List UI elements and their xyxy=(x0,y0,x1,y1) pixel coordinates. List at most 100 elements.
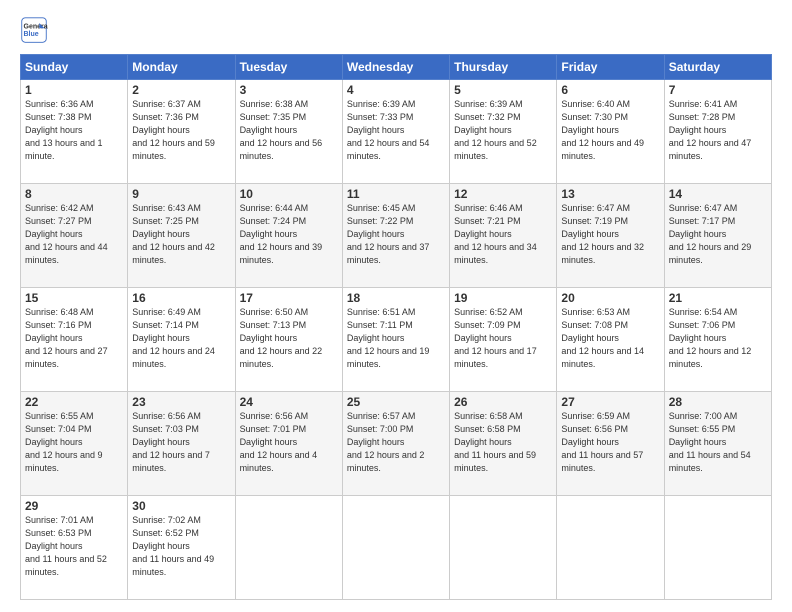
cell-info: Sunrise: 6:50 AMSunset: 7:13 PMDaylight … xyxy=(240,306,338,371)
day-number: 3 xyxy=(240,83,338,97)
day-number: 12 xyxy=(454,187,552,201)
day-number: 2 xyxy=(132,83,230,97)
calendar-cell: 20 Sunrise: 6:53 AMSunset: 7:08 PMDaylig… xyxy=(557,288,664,392)
cell-info: Sunrise: 6:47 AMSunset: 7:17 PMDaylight … xyxy=(669,202,767,267)
calendar-cell: 2 Sunrise: 6:37 AMSunset: 7:36 PMDayligh… xyxy=(128,80,235,184)
day-number: 29 xyxy=(25,499,123,513)
cell-info: Sunrise: 6:38 AMSunset: 7:35 PMDaylight … xyxy=(240,98,338,163)
calendar-cell xyxy=(664,496,771,600)
page: General Blue SundayMondayTuesdayWednesda… xyxy=(0,0,792,612)
calendar-cell: 4 Sunrise: 6:39 AMSunset: 7:33 PMDayligh… xyxy=(342,80,449,184)
calendar-header-row: SundayMondayTuesdayWednesdayThursdayFrid… xyxy=(21,55,772,80)
cell-info: Sunrise: 6:37 AMSunset: 7:36 PMDaylight … xyxy=(132,98,230,163)
day-header-friday: Friday xyxy=(557,55,664,80)
day-number: 21 xyxy=(669,291,767,305)
cell-info: Sunrise: 6:36 AMSunset: 7:38 PMDaylight … xyxy=(25,98,123,163)
day-header-wednesday: Wednesday xyxy=(342,55,449,80)
day-number: 14 xyxy=(669,187,767,201)
calendar-cell: 8 Sunrise: 6:42 AMSunset: 7:27 PMDayligh… xyxy=(21,184,128,288)
logo-icon: General Blue xyxy=(20,16,48,44)
cell-info: Sunrise: 6:56 AMSunset: 7:03 PMDaylight … xyxy=(132,410,230,475)
cell-info: Sunrise: 6:40 AMSunset: 7:30 PMDaylight … xyxy=(561,98,659,163)
day-number: 28 xyxy=(669,395,767,409)
cell-info: Sunrise: 6:51 AMSunset: 7:11 PMDaylight … xyxy=(347,306,445,371)
day-number: 8 xyxy=(25,187,123,201)
day-number: 15 xyxy=(25,291,123,305)
day-number: 7 xyxy=(669,83,767,97)
calendar-cell: 16 Sunrise: 6:49 AMSunset: 7:14 PMDaylig… xyxy=(128,288,235,392)
cell-info: Sunrise: 6:54 AMSunset: 7:06 PMDaylight … xyxy=(669,306,767,371)
cell-info: Sunrise: 6:39 AMSunset: 7:33 PMDaylight … xyxy=(347,98,445,163)
day-number: 6 xyxy=(561,83,659,97)
calendar-cell: 15 Sunrise: 6:48 AMSunset: 7:16 PMDaylig… xyxy=(21,288,128,392)
cell-info: Sunrise: 6:43 AMSunset: 7:25 PMDaylight … xyxy=(132,202,230,267)
cell-info: Sunrise: 6:55 AMSunset: 7:04 PMDaylight … xyxy=(25,410,123,475)
calendar-cell: 10 Sunrise: 6:44 AMSunset: 7:24 PMDaylig… xyxy=(235,184,342,288)
day-number: 13 xyxy=(561,187,659,201)
calendar-cell xyxy=(235,496,342,600)
calendar-cell: 18 Sunrise: 6:51 AMSunset: 7:11 PMDaylig… xyxy=(342,288,449,392)
cell-info: Sunrise: 6:53 AMSunset: 7:08 PMDaylight … xyxy=(561,306,659,371)
day-number: 9 xyxy=(132,187,230,201)
day-number: 10 xyxy=(240,187,338,201)
calendar-cell: 28 Sunrise: 7:00 AMSunset: 6:55 PMDaylig… xyxy=(664,392,771,496)
calendar-cell: 11 Sunrise: 6:45 AMSunset: 7:22 PMDaylig… xyxy=(342,184,449,288)
calendar-cell xyxy=(450,496,557,600)
day-number: 22 xyxy=(25,395,123,409)
calendar-cell: 7 Sunrise: 6:41 AMSunset: 7:28 PMDayligh… xyxy=(664,80,771,184)
calendar-cell: 19 Sunrise: 6:52 AMSunset: 7:09 PMDaylig… xyxy=(450,288,557,392)
cell-info: Sunrise: 6:45 AMSunset: 7:22 PMDaylight … xyxy=(347,202,445,267)
calendar-cell: 12 Sunrise: 6:46 AMSunset: 7:21 PMDaylig… xyxy=(450,184,557,288)
calendar-cell: 1 Sunrise: 6:36 AMSunset: 7:38 PMDayligh… xyxy=(21,80,128,184)
day-number: 5 xyxy=(454,83,552,97)
calendar-cell: 14 Sunrise: 6:47 AMSunset: 7:17 PMDaylig… xyxy=(664,184,771,288)
day-header-sunday: Sunday xyxy=(21,55,128,80)
svg-text:General: General xyxy=(24,23,49,30)
cell-info: Sunrise: 6:59 AMSunset: 6:56 PMDaylight … xyxy=(561,410,659,475)
calendar-cell: 13 Sunrise: 6:47 AMSunset: 7:19 PMDaylig… xyxy=(557,184,664,288)
day-number: 26 xyxy=(454,395,552,409)
day-number: 23 xyxy=(132,395,230,409)
calendar-cell: 22 Sunrise: 6:55 AMSunset: 7:04 PMDaylig… xyxy=(21,392,128,496)
calendar-cell: 3 Sunrise: 6:38 AMSunset: 7:35 PMDayligh… xyxy=(235,80,342,184)
day-number: 11 xyxy=(347,187,445,201)
day-number: 17 xyxy=(240,291,338,305)
calendar-table: SundayMondayTuesdayWednesdayThursdayFrid… xyxy=(20,54,772,600)
calendar-cell xyxy=(342,496,449,600)
day-number: 16 xyxy=(132,291,230,305)
calendar-cell: 21 Sunrise: 6:54 AMSunset: 7:06 PMDaylig… xyxy=(664,288,771,392)
cell-info: Sunrise: 6:41 AMSunset: 7:28 PMDaylight … xyxy=(669,98,767,163)
cell-info: Sunrise: 6:42 AMSunset: 7:27 PMDaylight … xyxy=(25,202,123,267)
day-header-monday: Monday xyxy=(128,55,235,80)
cell-info: Sunrise: 6:39 AMSunset: 7:32 PMDaylight … xyxy=(454,98,552,163)
calendar-cell: 26 Sunrise: 6:58 AMSunset: 6:58 PMDaylig… xyxy=(450,392,557,496)
day-header-thursday: Thursday xyxy=(450,55,557,80)
cell-info: Sunrise: 7:02 AMSunset: 6:52 PMDaylight … xyxy=(132,514,230,579)
cell-info: Sunrise: 6:52 AMSunset: 7:09 PMDaylight … xyxy=(454,306,552,371)
cell-info: Sunrise: 7:00 AMSunset: 6:55 PMDaylight … xyxy=(669,410,767,475)
cell-info: Sunrise: 6:58 AMSunset: 6:58 PMDaylight … xyxy=(454,410,552,475)
cell-info: Sunrise: 6:48 AMSunset: 7:16 PMDaylight … xyxy=(25,306,123,371)
day-header-tuesday: Tuesday xyxy=(235,55,342,80)
day-number: 30 xyxy=(132,499,230,513)
day-number: 20 xyxy=(561,291,659,305)
cell-info: Sunrise: 6:46 AMSunset: 7:21 PMDaylight … xyxy=(454,202,552,267)
svg-text:Blue: Blue xyxy=(24,31,39,38)
day-number: 24 xyxy=(240,395,338,409)
calendar-cell: 27 Sunrise: 6:59 AMSunset: 6:56 PMDaylig… xyxy=(557,392,664,496)
cell-info: Sunrise: 6:47 AMSunset: 7:19 PMDaylight … xyxy=(561,202,659,267)
cell-info: Sunrise: 6:56 AMSunset: 7:01 PMDaylight … xyxy=(240,410,338,475)
day-number: 4 xyxy=(347,83,445,97)
cell-info: Sunrise: 6:44 AMSunset: 7:24 PMDaylight … xyxy=(240,202,338,267)
calendar-cell: 6 Sunrise: 6:40 AMSunset: 7:30 PMDayligh… xyxy=(557,80,664,184)
day-number: 1 xyxy=(25,83,123,97)
calendar-cell: 24 Sunrise: 6:56 AMSunset: 7:01 PMDaylig… xyxy=(235,392,342,496)
calendar-cell: 5 Sunrise: 6:39 AMSunset: 7:32 PMDayligh… xyxy=(450,80,557,184)
day-number: 25 xyxy=(347,395,445,409)
calendar-cell: 23 Sunrise: 6:56 AMSunset: 7:03 PMDaylig… xyxy=(128,392,235,496)
cell-info: Sunrise: 7:01 AMSunset: 6:53 PMDaylight … xyxy=(25,514,123,579)
calendar-cell: 29 Sunrise: 7:01 AMSunset: 6:53 PMDaylig… xyxy=(21,496,128,600)
calendar-cell: 9 Sunrise: 6:43 AMSunset: 7:25 PMDayligh… xyxy=(128,184,235,288)
calendar-cell: 17 Sunrise: 6:50 AMSunset: 7:13 PMDaylig… xyxy=(235,288,342,392)
cell-info: Sunrise: 6:49 AMSunset: 7:14 PMDaylight … xyxy=(132,306,230,371)
